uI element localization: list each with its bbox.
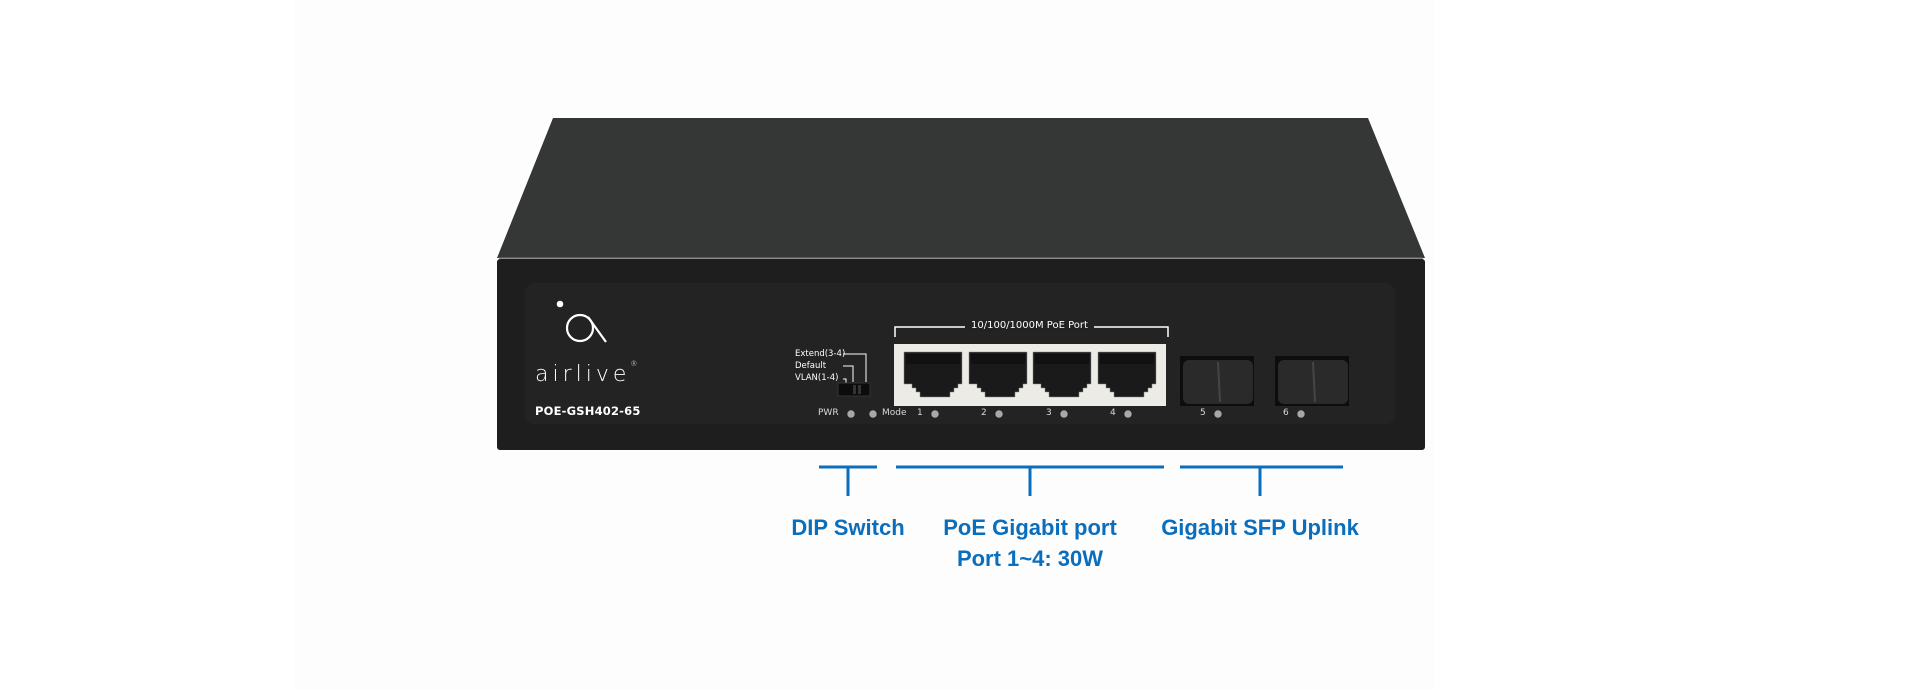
network-switch-illustration [497,118,1425,496]
callout-brackets [819,465,1343,496]
dip-option-extend: Extend(3-4) [795,349,846,359]
sfp-port-6[interactable] [1275,356,1349,406]
led-label-port-5: 5 [1200,408,1206,418]
callout-poe-ports-detail: Port 1~4: 30W [956,546,1104,571]
sfp-port-5[interactable] [1180,356,1254,406]
led-5 [1214,410,1222,418]
led-label-mode: Mode [882,408,907,418]
led-6 [1297,410,1305,418]
callout-sfp-uplink-title: Gigabit SFP Uplink [1161,515,1359,540]
callout-poe-ports: PoE Gigabit port Port 1~4: 30W [920,512,1140,574]
dip-switch-toggle-1[interactable] [853,385,856,394]
chassis-top [497,118,1425,258]
dip-option-vlan: VLAN(1-4) [795,373,839,383]
callout-poe-ports-title: PoE Gigabit port [943,515,1117,540]
model-number: POE-GSH402-65 [535,404,641,418]
led-1 [931,410,939,418]
led-4 [1124,410,1132,418]
registered-mark: ® [630,360,638,368]
led-label-port-6: 6 [1283,408,1289,418]
dip-option-default: Default [795,361,827,371]
led-3 [1060,410,1068,418]
port-group-header: 10/100/1000M PoE Port [965,320,1094,331]
rj45-port-block [894,344,1166,406]
led-label-port-1: 1 [917,408,923,418]
led-label-port-4: 4 [1110,408,1116,418]
brand-name: airlive [535,362,631,387]
callout-sfp-uplink: Gigabit SFP Uplink [1150,512,1370,543]
led-label-port-2: 2 [981,408,987,418]
callout-dip-switch-title: DIP Switch [791,515,905,540]
led-label-pwr: PWR [818,408,839,418]
led-pwr [847,410,855,418]
led-label-port-3: 3 [1046,408,1052,418]
led-mode [869,410,877,418]
callout-dip-switch: DIP Switch [770,512,926,543]
dip-switch-toggle-2[interactable] [858,385,861,394]
led-2 [995,410,1003,418]
brand-wordmark: airlive® [535,360,638,387]
